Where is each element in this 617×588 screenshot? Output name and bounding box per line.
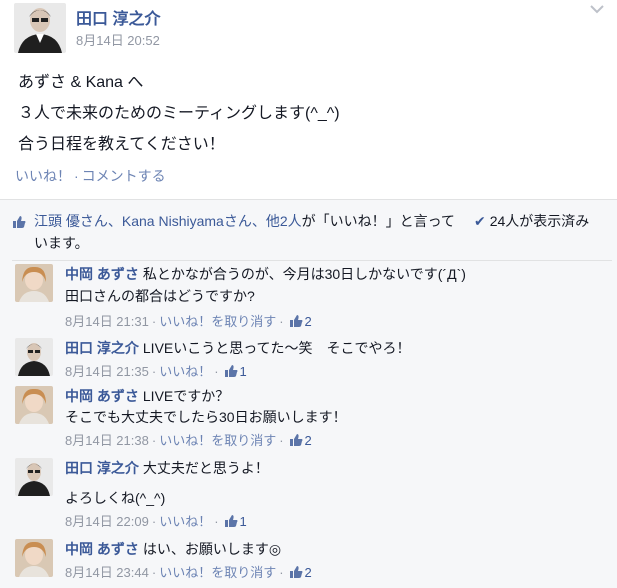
like-count[interactable]: 2	[305, 565, 312, 580]
commenter-avatar[interactable]	[15, 539, 53, 577]
like-thumb-icon	[224, 364, 238, 378]
comment-meta: 8月14日 21:38 · いいね！を取り消す · 2	[65, 433, 312, 448]
author-name[interactable]: 田口 淳之介	[76, 5, 160, 29]
comment-author[interactable]: 中岡 あずさ	[65, 388, 139, 404]
unlike-link[interactable]: いいね！を取り消す	[159, 433, 276, 448]
chevron-down-icon[interactable]	[588, 2, 606, 16]
post-timestamp[interactable]: 8月14日 20:52	[76, 30, 160, 49]
commenter-avatar[interactable]	[15, 264, 53, 302]
comment-line: 田口さんの都合はどうですか?	[65, 288, 255, 304]
like-count[interactable]: 2	[305, 433, 312, 448]
comment-line: よろしくね(^_^)	[65, 490, 166, 506]
facebook-post: 田口 淳之介 8月14日 20:52 あずさ & Kana へ ３人で未来のため…	[0, 0, 617, 588]
like-thumb-icon	[289, 433, 303, 447]
like-thumb-icon	[289, 565, 303, 579]
action-separator: ·	[74, 168, 79, 184]
comment-line: 私とかなが合うのが、今月は30日しかないです(´Д`)	[142, 266, 466, 282]
likers-link[interactable]: 江頭 優さん、Kana Nishiyamaさん、他2人	[34, 213, 302, 229]
unlike-link[interactable]: いいね！を取り消す	[159, 314, 276, 329]
comment-timestamp[interactable]: 8月14日 22:09	[65, 514, 149, 529]
comment-line: そこでも大丈夫でしたら30日お願いします！	[65, 409, 347, 425]
comment-author[interactable]: 中岡 あずさ	[65, 541, 139, 557]
like-count[interactable]: 2	[305, 314, 312, 329]
like-link[interactable]: いいね！	[159, 364, 211, 379]
comment-text: 中岡 あずさ LIVEですか？	[65, 386, 229, 406]
comment-text: 中岡 あずさ はい、お願いします◎	[65, 539, 281, 559]
comment-author[interactable]: 中岡 あずさ	[65, 266, 139, 282]
comment-timestamp[interactable]: 8月14日 23:44	[65, 565, 149, 580]
like-count[interactable]: 1	[240, 364, 247, 379]
comment-line: 大丈夫だと思うよ！	[142, 460, 269, 476]
commenter-avatar[interactable]	[15, 338, 53, 376]
comment-text: 田口 淳之介 LIVEいこうと思ってた〜笑 そこでやろ！	[65, 338, 411, 358]
comment-timestamp[interactable]: 8月14日 21:35	[65, 364, 149, 379]
post-text-line: ３人で未来のためのミーティングします(^_^)	[18, 105, 340, 122]
comment-author[interactable]: 田口 淳之介	[65, 460, 139, 476]
divider	[12, 260, 612, 261]
comment-meta: 8月14日 23:44 · いいね！を取り消す · 2	[65, 565, 312, 580]
like-thumb-icon	[224, 514, 238, 528]
like-link[interactable]: いいね！	[159, 514, 211, 529]
comment-timestamp[interactable]: 8月14日 21:38	[65, 433, 149, 448]
commenter-avatar[interactable]	[15, 386, 53, 424]
post-actions: いいね！ · コメントする	[15, 166, 166, 186]
like-thumb-icon	[289, 314, 303, 328]
comment-link[interactable]: コメントする	[82, 168, 166, 184]
like-thumb-icon	[12, 213, 26, 228]
unlike-link[interactable]: いいね！を取り消す	[159, 565, 276, 580]
comment-line: LIVEですか？	[142, 388, 230, 404]
comment-text: 田口 淳之介 大丈夫だと思うよ！	[65, 458, 269, 478]
comment-line: LIVEいこうと思ってた〜笑 そこでやろ！	[142, 340, 411, 356]
check-icon: ✔	[474, 213, 486, 229]
comment-meta: 8月14日 21:35 · いいね！ · 1	[65, 364, 247, 379]
comment-line: はい、お願いします◎	[142, 541, 282, 557]
comment-timestamp[interactable]: 8月14日 21:31	[65, 314, 149, 329]
seen-label: 24人が表示済み	[489, 213, 590, 229]
author-avatar[interactable]	[14, 3, 66, 53]
like-link[interactable]: いいね！	[15, 168, 71, 184]
comment-author[interactable]: 田口 淳之介	[65, 340, 139, 356]
post-text-line: あずさ & Kana へ	[18, 74, 144, 91]
like-count[interactable]: 1	[240, 514, 247, 529]
comment-text: 中岡 あずさ 私とかなが合うのが、今月は30日しかないです(´Д`)	[65, 264, 466, 284]
commenter-avatar[interactable]	[15, 458, 53, 496]
comment-meta: 8月14日 21:31 · いいね！を取り消す · 2	[65, 314, 312, 329]
comment-meta: 8月14日 22:09 · いいね！ · 1	[65, 514, 247, 529]
post-text-line: 合う日程を教えてください！	[18, 136, 225, 153]
seen-count[interactable]: ✔ 24人が表示済み	[474, 210, 589, 232]
